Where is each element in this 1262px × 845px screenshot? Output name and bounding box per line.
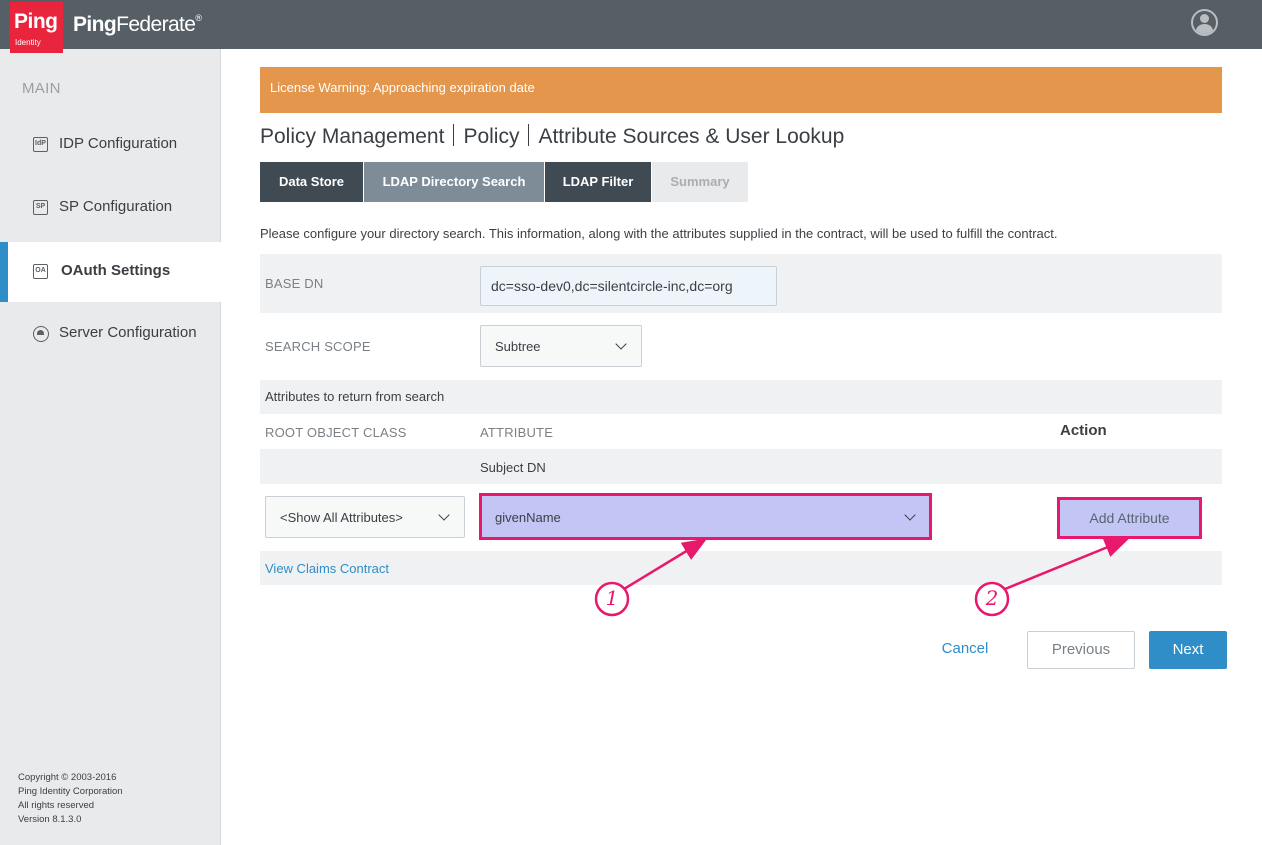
add-attribute-button[interactable]: Add Attribute [1057,497,1202,539]
license-warning-banner: License Warning: Approaching expiration … [260,67,1222,113]
logo-text: Ping [14,10,58,33]
active-indicator [0,242,8,302]
server-icon [33,326,49,342]
column-header-attribute: ATTRIBUTE [480,425,554,440]
next-button[interactable]: Next [1149,631,1227,669]
copyright-line: Copyright © 2003-2016 [18,772,117,783]
sidebar-item-label: SP Configuration [59,198,173,215]
top-navigation-bar: PingFederate® [0,0,1262,49]
search-scope-value: Subtree [495,339,541,354]
product-name: PingFederate® [73,13,202,37]
oauth-icon: OA [33,264,48,279]
page-title: Policy Management Policy Attribute Sources… [260,124,844,149]
breadcrumb-policy: Policy [463,125,520,148]
search-scope-select[interactable]: Subtree [480,325,642,367]
column-header-root-object-class: ROOT OBJECT CLASS [265,425,407,440]
tab-summary[interactable]: Summary [652,162,748,202]
idp-icon: IdP [33,137,48,152]
active-pointer [221,242,230,302]
tab-ldap-directory-search[interactable]: LDAP Directory Search [364,162,544,202]
breadcrumb-separator [528,124,530,146]
logo-subtext: Identity [15,38,41,47]
sp-icon: SP [33,200,48,215]
attribute-subject-dn: Subject DN [480,460,546,475]
callout-number-1: 1 [605,586,619,610]
registered-mark: ® [195,13,202,23]
sidebar-item-idp-configuration[interactable]: IdP IDP Configuration [0,115,221,175]
tab-ldap-filter[interactable]: LDAP Filter [545,162,651,202]
view-claims-contract-link[interactable]: View Claims Contract [265,561,389,576]
cancel-button[interactable]: Cancel [932,640,998,657]
avatar-body [1196,24,1213,34]
chevron-down-icon [438,509,450,521]
version-line: Version 8.1.3.0 [18,814,82,825]
sidebar-item-sp-configuration[interactable]: SP SP Configuration [0,178,221,238]
product-name-bold: Ping [73,13,117,36]
rights-line: All rights reserved [18,800,95,811]
claims-row [260,551,1222,585]
breadcrumb-policy-management: Policy Management [260,125,445,148]
attributes-section-title: Attributes to return from search [265,389,445,404]
avatar-head [1200,14,1209,23]
sidebar-section-title: MAIN [22,80,61,97]
attribute-select[interactable]: givenName [479,493,932,540]
breadcrumb-attribute-sources: Attribute Sources & User Lookup [538,125,845,148]
sidebar-item-oauth-settings[interactable]: OA OAuth Settings [0,242,230,302]
chevron-down-icon [904,509,916,521]
sidebar-item-server-configuration[interactable]: Server Configuration [0,304,221,364]
tab-data-store[interactable]: Data Store [260,162,363,202]
root-object-class-select[interactable]: <Show All Attributes> [265,496,465,538]
root-object-class-value: <Show All Attributes> [280,510,403,525]
previous-button[interactable]: Previous [1027,631,1135,669]
base-dn-label: BASE DN [265,276,324,291]
sidebar-item-label: IDP Configuration [59,135,178,152]
base-dn-input[interactable] [480,266,777,306]
user-avatar-icon[interactable] [1191,9,1218,36]
attribute-select-value: givenName [495,510,561,525]
copyright-footer: Copyright © 2003-2016 Ping Identity Corp… [18,771,123,827]
company-line: Ping Identity Corporation [18,786,123,797]
sidebar-item-label: OAuth Settings [61,262,171,279]
breadcrumb-separator [453,124,455,146]
sidebar-item-label: Server Configuration [59,324,197,341]
chevron-down-icon [615,338,627,350]
column-header-action: Action [1060,422,1107,439]
instructions-text: Please configure your directory search. … [260,226,1058,241]
product-name-rest: Federate [116,13,196,36]
ping-identity-logo[interactable]: Ping Identity [10,2,63,53]
callout-number-2: 2 [985,586,999,610]
search-scope-label: SEARCH SCOPE [265,339,371,354]
table-row [260,449,1222,484]
sidebar: MAIN IdP IDP Configuration SP SP Configu… [0,49,230,845]
